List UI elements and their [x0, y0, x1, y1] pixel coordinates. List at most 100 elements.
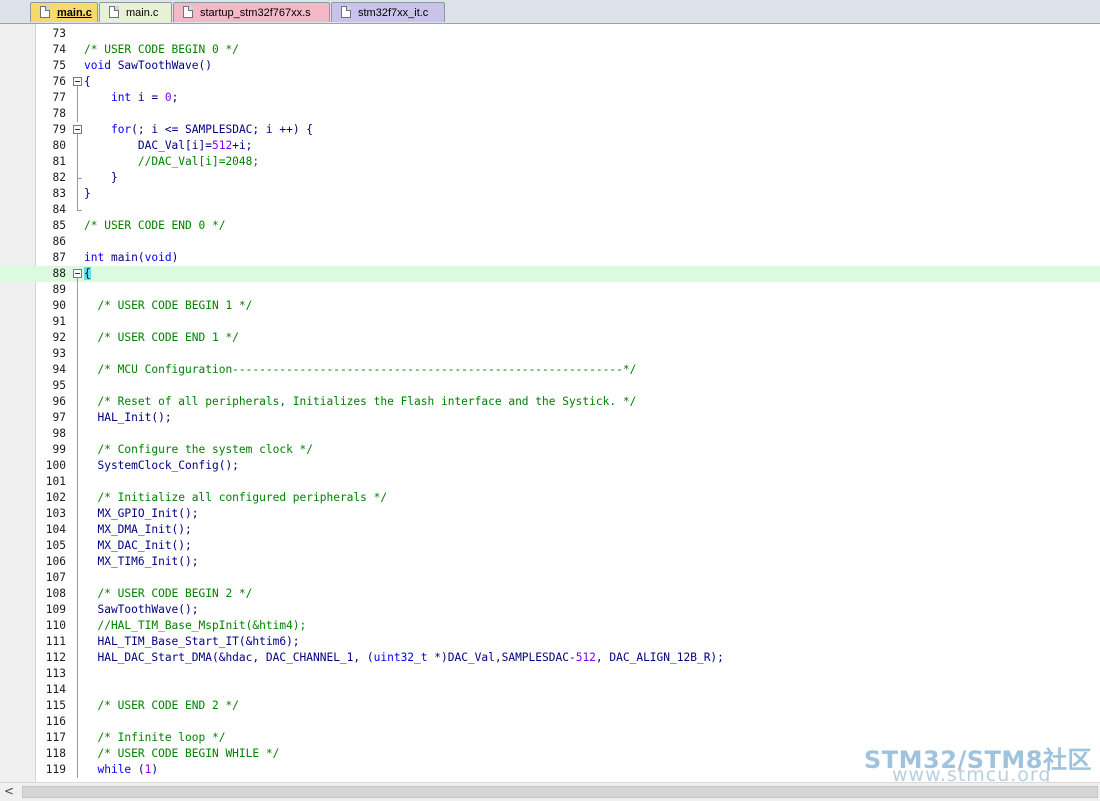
code-text: /* USER CODE BEGIN WHILE */ [84, 747, 280, 760]
code-line[interactable]: 113 [0, 666, 1100, 682]
tab-main-c[interactable]: main.c [99, 2, 172, 22]
code-line[interactable]: 90 /* USER CODE BEGIN 1 */ [0, 298, 1100, 314]
code-line[interactable]: 76 { [0, 74, 1100, 90]
code-line[interactable]: 81 //DAC_Val[i]=2048; [0, 154, 1100, 170]
code-text: } [84, 187, 91, 200]
scroll-left-arrow-icon[interactable]: < [0, 783, 18, 801]
code-text: //DAC_Val[i]=2048; [84, 155, 260, 168]
code-line[interactable]: 100 SystemClock_Config(); [0, 458, 1100, 474]
line-number: 113 [45, 667, 66, 680]
tab-startup-stm32f767xx-s[interactable]: startup_stm32f767xx.s [173, 2, 330, 22]
code-line[interactable]: 98 [0, 426, 1100, 442]
code-line[interactable]: 80 DAC_Val[i]=512+i; [0, 138, 1100, 154]
code-text: /* Reset of all peripherals, Initializes… [84, 395, 637, 408]
horizontal-scrollbar[interactable]: < [0, 782, 1100, 801]
fold-guide [72, 298, 83, 314]
code-text: DAC_Val[i]=512+i; [84, 139, 253, 152]
fold-collapse-icon[interactable] [72, 122, 83, 138]
line-number: 78 [52, 107, 66, 120]
code-line[interactable]: 79 for(; i <= SAMPLESDAC; i ++) { [0, 122, 1100, 138]
line-number: 80 [52, 139, 66, 152]
code-line[interactable]: 73 [0, 26, 1100, 42]
code-line[interactable]: 112 HAL_DAC_Start_DMA(&hdac, DAC_CHANNEL… [0, 650, 1100, 666]
code-line[interactable]: 102 /* Initialize all configured periphe… [0, 490, 1100, 506]
code-line[interactable]: 95 [0, 378, 1100, 394]
line-number: 108 [45, 587, 66, 600]
fold-collapse-icon[interactable] [72, 266, 83, 282]
tab-stm32f7xx-it-c[interactable]: stm32f7xx_it.c [331, 2, 445, 22]
line-number: 81 [52, 155, 66, 168]
fold-guide [72, 314, 83, 330]
line-number: 73 [52, 27, 66, 40]
code-line[interactable]: 75 void SawToothWave() [0, 58, 1100, 74]
fold-guide [72, 106, 83, 122]
code-line[interactable]: 85 /* USER CODE END 0 */ [0, 218, 1100, 234]
fold-collapse-icon[interactable] [72, 74, 83, 90]
fold-guide [72, 202, 83, 218]
code-line[interactable]: 82 } [0, 170, 1100, 186]
fold-guide [72, 138, 83, 154]
code-line[interactable]: 97 HAL_Init(); [0, 410, 1100, 426]
tab-main-c-active[interactable]: main.c [30, 2, 98, 22]
fold-guide [72, 282, 83, 298]
code-line[interactable]: 101 [0, 474, 1100, 490]
code-line[interactable]: 116 [0, 714, 1100, 730]
code-line[interactable]: 77 int i = 0; [0, 90, 1100, 106]
code-text: /* MCU Configuration--------------------… [84, 363, 637, 376]
line-number: 111 [45, 635, 66, 648]
code-line[interactable]: 88 { [0, 266, 1100, 282]
tab-label: main.c [57, 7, 92, 19]
code-editor[interactable]: 73 74 /* USER CODE BEGIN 0 */ 75 void SawToo… [0, 24, 1100, 782]
code-line[interactable]: 91 [0, 314, 1100, 330]
code-text: /* Configure the system clock */ [84, 443, 314, 456]
code-text: /* USER CODE END 2 */ [84, 699, 239, 712]
code-line[interactable]: 87 int main(void) [0, 250, 1100, 266]
line-number: 97 [52, 411, 66, 424]
code-line[interactable]: 96 /* Reset of all peripherals, Initiali… [0, 394, 1100, 410]
line-number: 106 [45, 555, 66, 568]
code-line[interactable]: 99 /* Configure the system clock */ [0, 442, 1100, 458]
code-line[interactable]: 111 HAL_TIM_Base_Start_IT(&htim6); [0, 634, 1100, 650]
code-line[interactable]: 107 [0, 570, 1100, 586]
code-line[interactable]: 108 /* USER CODE BEGIN 2 */ [0, 586, 1100, 602]
line-number: 95 [52, 379, 66, 392]
code-line[interactable]: 74 /* USER CODE BEGIN 0 */ [0, 42, 1100, 58]
code-line[interactable]: 78 [0, 106, 1100, 122]
fold-guide [72, 698, 83, 714]
line-number: 88 [52, 267, 66, 280]
code-line[interactable]: 109 SawToothWave(); [0, 602, 1100, 618]
line-number: 107 [45, 571, 66, 584]
code-line[interactable]: 105 MX_DAC_Init(); [0, 538, 1100, 554]
code-line[interactable]: 89 [0, 282, 1100, 298]
code-line[interactable]: 84 [0, 202, 1100, 218]
code-line[interactable]: 93 [0, 346, 1100, 362]
fold-guide [72, 410, 83, 426]
code-text: int main(void) [84, 251, 179, 264]
code-text: /* USER CODE BEGIN 0 */ [84, 43, 239, 56]
code-line[interactable]: 114 [0, 682, 1100, 698]
code-line[interactable]: 115 /* USER CODE END 2 */ [0, 698, 1100, 714]
fold-guide [72, 474, 83, 490]
line-number: 98 [52, 427, 66, 440]
fold-guide [72, 506, 83, 522]
code-text: MX_DAC_Init(); [84, 539, 192, 552]
fold-guide [72, 730, 83, 746]
code-line[interactable]: 92 /* USER CODE END 1 */ [0, 330, 1100, 346]
code-line[interactable]: 103 MX_GPIO_Init(); [0, 506, 1100, 522]
code-lines: 73 74 /* USER CODE BEGIN 0 */ 75 void SawToo… [0, 26, 1100, 778]
code-line[interactable]: 110 //HAL_TIM_Base_MspInit(&htim4); [0, 618, 1100, 634]
code-line[interactable]: 106 MX_TIM6_Init(); [0, 554, 1100, 570]
code-line[interactable]: 94 /* MCU Configuration-----------------… [0, 362, 1100, 378]
code-text: SystemClock_Config(); [84, 459, 239, 472]
scrollbar-thumb[interactable] [22, 786, 1098, 798]
line-number: 91 [52, 315, 66, 328]
code-line[interactable]: 83} [0, 186, 1100, 202]
fold-guide [72, 570, 83, 586]
code-text: } [84, 171, 118, 184]
code-line[interactable]: 86 [0, 234, 1100, 250]
fold-guide [72, 682, 83, 698]
fold-guide [72, 330, 83, 346]
code-text: { [84, 267, 91, 280]
code-line[interactable]: 104 MX_DMA_Init(); [0, 522, 1100, 538]
line-number: 103 [45, 507, 66, 520]
